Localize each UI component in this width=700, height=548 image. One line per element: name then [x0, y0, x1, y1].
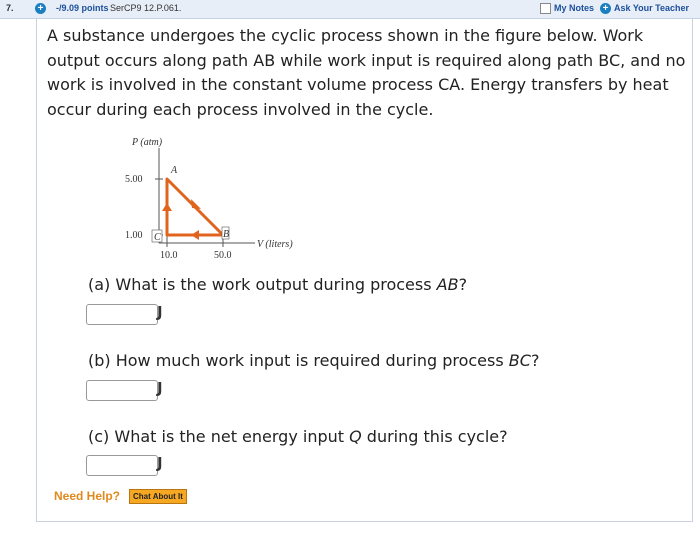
- y-tick-label: 1.00: [125, 230, 143, 241]
- y-tick-label: 5.00: [125, 174, 143, 185]
- chat-about-it-button[interactable]: Chat About It: [129, 489, 187, 504]
- x-tick-label: 50.0: [214, 250, 232, 261]
- answer-c-unit: J: [157, 454, 163, 472]
- my-notes-button[interactable]: My Notes: [538, 2, 598, 14]
- pv-diagram: P (atm) 5.00 1.00 10.0 50.0 V (liters) A…: [125, 137, 293, 261]
- ask-teacher-button[interactable]: Ask Your Teacher: [614, 3, 689, 13]
- point-c-label: C: [154, 232, 161, 243]
- problem-source: SerCP9 12.P.061.: [110, 3, 182, 13]
- y-axis-label: P (atm): [131, 137, 163, 148]
- arrow-ab-icon: [191, 199, 201, 209]
- question-b: (b) How much work input is required duri…: [88, 351, 540, 370]
- plus-circle-icon[interactable]: +: [600, 3, 611, 14]
- x-axis-label: V (liters): [257, 239, 293, 250]
- answer-a-input[interactable]: [86, 304, 158, 325]
- notes-checkbox-icon[interactable]: [540, 3, 551, 14]
- question-header: 7. + -/9.09 points SerCP9 12.P.061. My N…: [0, 0, 700, 19]
- my-notes-label: My Notes: [554, 3, 595, 13]
- x-tick-label: 10.0: [160, 250, 178, 261]
- question-c: (c) What is the net energy input Q durin…: [88, 427, 508, 446]
- point-a-label: A: [170, 165, 178, 176]
- question-prompt: A substance undergoes the cyclic process…: [47, 26, 686, 119]
- answer-b-unit: J: [157, 379, 163, 397]
- points-label: -/9.09 points: [56, 3, 109, 13]
- need-help-label: Need Help?: [54, 489, 121, 503]
- question-a: (a) What is the work output during proce…: [88, 275, 468, 294]
- arrow-ca-icon: [162, 203, 172, 211]
- answer-c-input[interactable]: [86, 455, 158, 476]
- answer-b-input[interactable]: [86, 380, 158, 401]
- arrow-bc-icon: [191, 230, 199, 240]
- answer-a-unit: J: [157, 303, 163, 321]
- point-b-label: B: [223, 229, 229, 240]
- question-number: 7.: [6, 3, 14, 13]
- plus-circle-icon[interactable]: +: [35, 3, 46, 14]
